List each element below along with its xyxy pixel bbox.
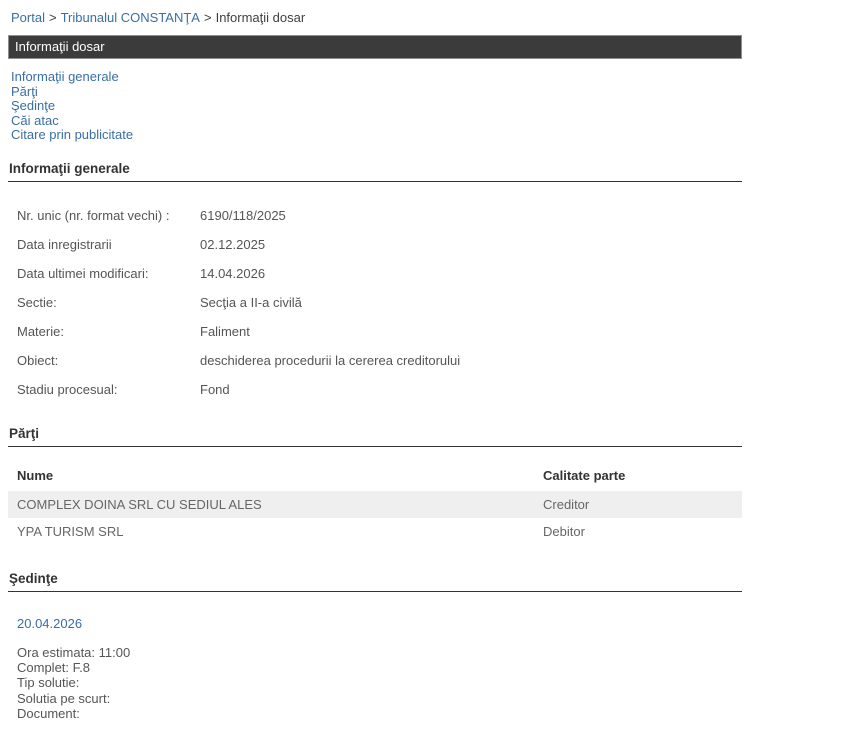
field-value: Fond bbox=[200, 381, 230, 397]
field-value: Faliment bbox=[200, 323, 250, 339]
parties-table-header: Nume Calitate parte bbox=[8, 460, 742, 491]
nav-link-sedinte[interactable]: Şedinţe bbox=[11, 99, 55, 114]
page-title: Informaţii dosar bbox=[15, 39, 105, 54]
party-name: YPA TURISM SRL bbox=[17, 523, 124, 539]
hearing-detail-tip-solutie: Tip solutie: bbox=[17, 675, 80, 691]
field-label: Materie: bbox=[17, 323, 64, 339]
breadcrumb-current: Informaţii dosar bbox=[215, 10, 306, 25]
section-nav: Informaţii generale Părţi Şedinţe Căi at… bbox=[11, 69, 750, 143]
field-value: 6190/118/2025 bbox=[200, 207, 286, 223]
field-label: Nr. unic (nr. format vechi) : bbox=[17, 207, 170, 223]
hearing-item: 20.04.2026 Ora estimata: 11:00 Complet: … bbox=[8, 616, 750, 721]
case-details-page: Portal > Tribunalul CONSTANŢA > Informaţii d… bbox=[0, 0, 750, 721]
breadcrumb-link-court[interactable]: Tribunalul CONSTANŢA bbox=[61, 10, 200, 25]
breadcrumb: Portal > Tribunalul CONSTANŢA > Informaţii d… bbox=[11, 10, 750, 25]
field-value: 14.04.2026 bbox=[200, 265, 266, 281]
field-row-materie: Materie: Faliment bbox=[8, 317, 742, 346]
party-role: Creditor bbox=[543, 496, 590, 512]
breadcrumb-separator: > bbox=[203, 10, 212, 25]
general-info-fields: Nr. unic (nr. format vechi) : 6190/118/2… bbox=[8, 201, 750, 404]
field-label: Stadiu procesual: bbox=[17, 381, 118, 397]
table-row: YPA TURISM SRL Debitor bbox=[8, 518, 742, 545]
field-row-stadiu-procesual: Stadiu procesual: Fond bbox=[8, 375, 742, 404]
parties-table: Nume Calitate parte COMPLEX DOINA SRL CU… bbox=[8, 460, 742, 545]
table-row: COMPLEX DOINA SRL CU SEDIUL ALES Credito… bbox=[8, 490, 742, 518]
nav-link-citare-prin-publicitate[interactable]: Citare prin publicitate bbox=[11, 128, 133, 143]
field-label: Sectie: bbox=[17, 294, 57, 310]
party-role: Debitor bbox=[543, 523, 585, 539]
field-row-obiect: Obiect: deschiderea procedurii la cerere… bbox=[8, 346, 742, 375]
page-title-bar: Informaţii dosar bbox=[8, 35, 742, 59]
field-value: deschiderea procedurii la cererea credit… bbox=[200, 352, 461, 368]
field-label: Data ultimei modificari: bbox=[17, 265, 149, 281]
field-value: Secţia a II-a civilă bbox=[200, 294, 302, 310]
hearing-detail-document: Document: bbox=[17, 705, 80, 721]
column-header-nume: Nume bbox=[17, 467, 54, 483]
section-title-informatii-generale: Informaţii generale bbox=[8, 161, 742, 182]
party-name: COMPLEX DOINA SRL CU SEDIUL ALES bbox=[17, 496, 262, 512]
nav-link-parti[interactable]: Părţi bbox=[11, 84, 38, 100]
field-value: 02.12.2025 bbox=[200, 236, 266, 252]
hearing-detail-ora-estimata: Ora estimata: 11:00 bbox=[17, 644, 131, 660]
breadcrumb-link-portal[interactable]: Portal bbox=[11, 10, 45, 25]
field-label: Obiect: bbox=[17, 352, 59, 368]
field-label: Data inregistrarii bbox=[17, 236, 112, 252]
field-row-sectie: Sectie: Secţia a II-a civilă bbox=[8, 288, 742, 317]
field-row-data-ultimei-modificari: Data ultimei modificari: 14.04.2026 bbox=[8, 259, 742, 288]
breadcrumb-separator: > bbox=[48, 10, 57, 25]
hearing-details: Ora estimata: 11:00 Complet: F.8 Tip sol… bbox=[17, 645, 750, 721]
hearing-detail-solutia-pe-scurt: Solutia pe scurt: bbox=[17, 690, 111, 706]
hearing-date-link[interactable]: 20.04.2026 bbox=[17, 616, 82, 631]
nav-link-cai-atac[interactable]: Căi atac bbox=[11, 113, 59, 129]
nav-link-informatii-generale[interactable]: Informaţii generale bbox=[11, 69, 119, 85]
column-header-calitate-parte: Calitate parte bbox=[543, 467, 626, 483]
field-row-data-inregistrarii: Data inregistrarii 02.12.2025 bbox=[8, 230, 742, 259]
field-row-nr-unic: Nr. unic (nr. format vechi) : 6190/118/2… bbox=[8, 201, 742, 230]
section-title-sedinte: Şedinţe bbox=[8, 571, 742, 592]
hearing-detail-complet: Complet: F.8 bbox=[17, 660, 90, 676]
section-title-parti: Părţi bbox=[8, 426, 742, 447]
